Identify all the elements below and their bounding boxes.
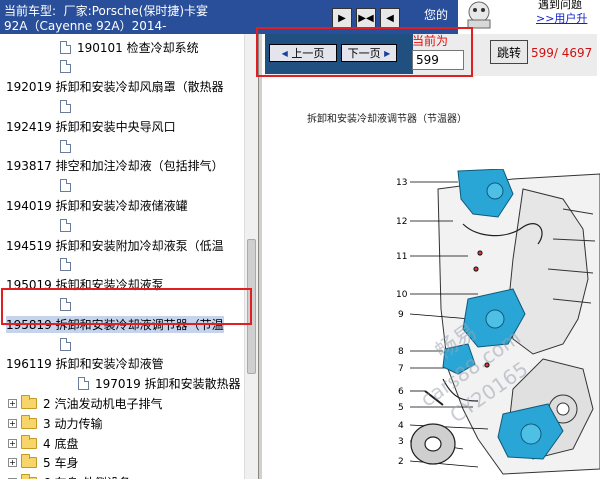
arrow-left-icon: ◀	[281, 48, 288, 58]
tree-item[interactable]	[60, 176, 77, 196]
expand-plus-icon[interactable]: +	[8, 398, 17, 408]
tree-item-label: 2 汽油发动机电子排气	[43, 396, 163, 411]
tree-item-label: 195019 拆卸和安装冷却液泵	[6, 278, 164, 293]
tree-item[interactable]: 195019 拆卸和安装冷却液泵	[6, 275, 164, 295]
thermostat-exploded-diagram: 13 12 11 10 9 8 7 6 5 4 3 2 畅易 cars88.co…	[396, 169, 600, 475]
tree-item[interactable]: 192419 拆卸和安装中央导风口	[6, 116, 176, 136]
toolbar-buttons: ▶ ▶◀ ◀	[332, 8, 400, 28]
next-page-label: 下一页	[347, 47, 381, 60]
callout-numbers: 13 12 11 10 9 8 7 6 5 4 3 2	[396, 178, 408, 467]
callout-8: 8	[398, 347, 404, 357]
document-icon	[78, 377, 89, 391]
callout-3: 3	[398, 437, 404, 447]
expand-plus-icon[interactable]: +	[8, 438, 17, 448]
tree-item[interactable]	[60, 334, 77, 354]
scroll-thumb[interactable]	[247, 239, 256, 374]
next-page-button[interactable]: 下一页 ▶	[341, 44, 397, 62]
help-area: 遇到问题 >>用户升	[458, 0, 600, 34]
tree-item[interactable]	[60, 57, 77, 77]
tree-item-label: 193817 排空和加注冷却液（包括排气）	[6, 159, 224, 174]
callout-10: 10	[396, 290, 408, 300]
page-count: 599/ 4697	[531, 46, 593, 60]
go-button[interactable]: 跳转	[490, 40, 528, 64]
callout-5: 5	[398, 403, 404, 413]
folder-icon	[21, 454, 37, 469]
folder-icon	[21, 394, 37, 409]
document-icon	[60, 179, 71, 193]
document-icon	[60, 218, 71, 232]
callout-9: 9	[398, 310, 404, 320]
vehicle-header: 当前车型: 厂家:Porsche(保时捷)卡宴 92A（Cayenne 92A）…	[0, 0, 458, 34]
nav-box: ◀ 上一页 下一页 ▶	[265, 34, 413, 74]
document-icon	[60, 60, 71, 74]
content-area: ◀ 上一页 下一页 ▶ 当前为 599 跳转 599/ 4697 拆卸和安装冷却…	[263, 34, 600, 479]
current-page-label: 当前为	[412, 34, 449, 48]
document-icon	[60, 337, 71, 351]
tree-item-label: 4 底盘	[43, 436, 79, 451]
tree-item[interactable]: +5 车身	[8, 453, 78, 473]
tree-item[interactable]: +3 动力传输	[8, 413, 102, 433]
vehicle-info: 当前车型: 厂家:Porsche(保时捷)卡宴 92A（Cayenne 92A）…	[4, 4, 208, 34]
tree-item-label: 5 车身	[43, 456, 79, 471]
callout-4: 4	[398, 421, 404, 431]
tree-item-label: 6 车身-外侧设备	[43, 474, 131, 479]
document-icon	[60, 99, 71, 113]
page-navigator: ◀ 上一页 下一页 ▶ 当前为 599 跳转 599/ 4697	[265, 34, 597, 76]
tree-scrollbar[interactable]	[244, 34, 258, 479]
tree-item[interactable]	[60, 255, 77, 275]
tree-item[interactable]	[60, 136, 77, 156]
tree-item[interactable]: 197019 拆卸和安装散热器	[78, 374, 241, 394]
callout-13: 13	[396, 178, 407, 188]
vehicle-line-2: 92A（Cayenne 92A）2014-	[4, 19, 167, 33]
document-icon	[60, 258, 71, 272]
mascot-icon	[467, 1, 491, 29]
tree-item[interactable]: 195819 拆卸和安装冷却液调节器（节温	[6, 314, 224, 334]
arrow-right-icon: ▶	[384, 48, 391, 58]
tree-item[interactable]: 190101 检查冷却系统	[60, 37, 199, 57]
tree-item[interactable]: 194019 拆卸和安装冷却液储液罐	[6, 195, 188, 215]
document-icon	[60, 139, 71, 153]
tree-item-label: 190101 检查冷却系统	[77, 40, 199, 55]
page-number-input[interactable]: 599	[412, 50, 464, 70]
tree-item[interactable]: +6 车身-外侧设备	[8, 473, 131, 479]
document-tree: 190101 检查冷却系统 192019 拆卸和安装冷却风扇罩（散热器 192419…	[0, 34, 258, 479]
tree-item[interactable]: 196119 拆卸和安装冷却液管	[6, 354, 164, 374]
prev-page-label: 上一页	[291, 47, 325, 60]
back-button[interactable]: ◀	[380, 8, 400, 28]
tree-item[interactable]: 194519 拆卸和安装附加冷却液泵（低温	[6, 235, 224, 255]
tree-item[interactable]	[60, 294, 77, 314]
tree-item[interactable]: 193817 排空和加注冷却液（包括排气）	[6, 156, 224, 176]
tree-item[interactable]	[60, 215, 77, 235]
folder-icon	[21, 414, 37, 429]
tree-item[interactable]: +2 汽油发动机电子排气	[8, 393, 162, 413]
tree-item[interactable]	[60, 96, 77, 116]
tree-item[interactable]: +4 底盘	[8, 433, 78, 453]
tree-item-label: 195819 拆卸和安装冷却液调节器（节温	[6, 315, 224, 333]
expand-button[interactable]: ▶◀	[356, 8, 376, 28]
callout-2: 2	[398, 457, 404, 467]
user-label: 您的	[424, 8, 449, 22]
expand-plus-icon[interactable]: +	[8, 418, 17, 428]
vehicle-line-1: 当前车型: 厂家:Porsche(保时捷)卡宴	[4, 4, 209, 18]
callout-6: 6	[398, 387, 404, 397]
callout-11: 11	[396, 252, 407, 262]
folder-icon	[21, 434, 37, 449]
forward-button[interactable]: ▶	[332, 8, 352, 28]
tree-item-label: 194019 拆卸和安装冷却液储液罐	[6, 198, 188, 213]
document-icon	[60, 297, 71, 311]
tree-item-label: 194519 拆卸和安装附加冷却液泵（低温	[6, 238, 224, 253]
callout-7: 7	[398, 364, 404, 374]
tree-item-label: 196119 拆卸和安装冷却液管	[6, 357, 164, 372]
prev-page-button[interactable]: ◀ 上一页	[269, 44, 337, 62]
expand-plus-icon[interactable]: +	[8, 458, 17, 468]
upgrade-link[interactable]: >>用户升	[536, 10, 587, 26]
callout-12: 12	[396, 217, 407, 227]
diagram-title: 拆卸和安装冷却液调节器（节温器）	[307, 114, 467, 125]
tree-item-label: 192019 拆卸和安装冷却风扇罩（散热器	[6, 80, 224, 95]
tree-item-label: 3 动力传输	[43, 416, 103, 431]
tree-item[interactable]: 192019 拆卸和安装冷却风扇罩（散热器	[6, 77, 224, 97]
tree-item-label: 197019 拆卸和安装散热器	[95, 377, 241, 392]
tree-item-label: 192419 拆卸和安装中央导风口	[6, 119, 176, 134]
document-icon	[60, 40, 71, 54]
